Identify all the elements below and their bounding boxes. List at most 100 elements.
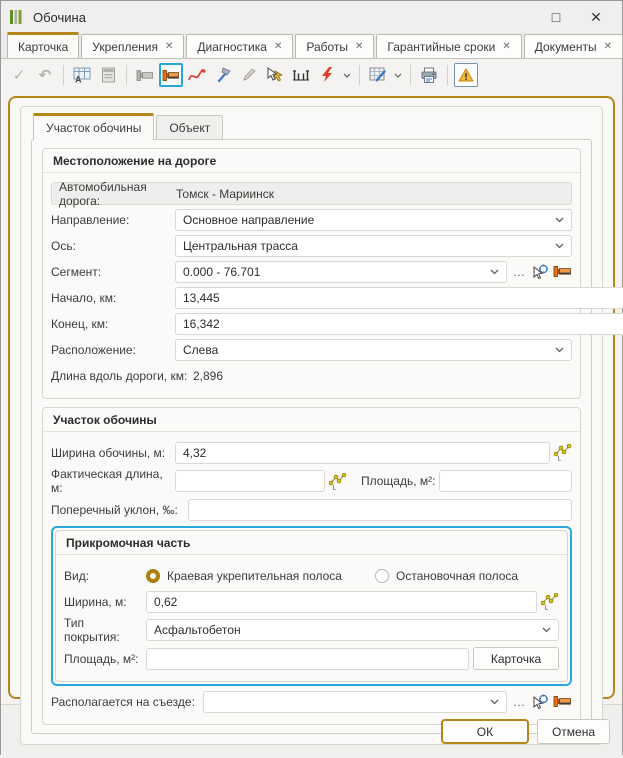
table-edit-menu-chevron[interactable] bbox=[392, 63, 404, 87]
edge-kind-option-2-label: Остановочная полоса bbox=[396, 569, 518, 583]
chevron-down-icon bbox=[555, 243, 564, 249]
undo-icon: ↶ bbox=[39, 66, 52, 84]
flash-menu-chevron[interactable] bbox=[341, 63, 353, 87]
tab-close-icon[interactable]: ✕ bbox=[274, 42, 282, 52]
length-row: Длина вдоль дороги, км: 2,896 bbox=[51, 364, 576, 387]
edge-coating-select[interactable]: Асфальтобетон bbox=[146, 619, 559, 641]
shoulder-width-row: Ширина обочины, м: L bbox=[51, 441, 576, 464]
tab-shoulder-section[interactable]: Участок обочины bbox=[33, 113, 154, 140]
edge-kind-option-1-label: Краевая укрепительная полоса bbox=[167, 569, 342, 583]
pick-on-map-icon[interactable] bbox=[532, 264, 549, 280]
km-posts-button[interactable] bbox=[289, 63, 313, 87]
print-button[interactable] bbox=[417, 63, 441, 87]
diagnostics-flash-button[interactable] bbox=[315, 63, 339, 87]
edit-button[interactable] bbox=[237, 63, 261, 87]
app-road-icon bbox=[9, 9, 25, 25]
tab-close-icon[interactable]: ✕ bbox=[355, 42, 363, 52]
plot-chart-button[interactable] bbox=[185, 63, 209, 87]
title-bar: Обочина □ ✕ bbox=[1, 1, 622, 33]
locate-on-map-button[interactable] bbox=[159, 63, 183, 87]
side-select[interactable]: Слева bbox=[175, 339, 572, 361]
edge-kind-row: Вид: Краевая укрепительная полоса Остано… bbox=[64, 564, 563, 587]
svg-text:L: L bbox=[558, 456, 562, 462]
hammer-icon bbox=[215, 67, 232, 83]
flashlight-orange-icon[interactable] bbox=[553, 265, 572, 278]
direction-value: Основное направление bbox=[183, 213, 314, 227]
edge-width-input[interactable] bbox=[146, 591, 537, 613]
card-panel: Участок обочины Объект Местоположение на… bbox=[8, 96, 615, 699]
chevron-down-icon bbox=[542, 627, 551, 633]
tab-garantiynye-sroki[interactable]: Гарантийные сроки ✕ bbox=[376, 34, 521, 58]
tab-diagnostika[interactable]: Диагностика ✕ bbox=[186, 34, 293, 58]
tab-raboty[interactable]: Работы ✕ bbox=[295, 34, 374, 58]
measure-length-icon[interactable]: L bbox=[554, 444, 572, 461]
end-km-input[interactable] bbox=[175, 313, 623, 335]
tab-ukrepleniya[interactable]: Укрепления ✕ bbox=[81, 34, 184, 58]
radio-selected-icon[interactable] bbox=[146, 569, 160, 583]
length-value: 2,896 bbox=[193, 369, 223, 383]
check-icon: ✓ bbox=[13, 66, 26, 84]
toolbar-separator bbox=[447, 65, 448, 85]
measure-length-icon[interactable]: L bbox=[329, 473, 347, 490]
flashlight-gray-icon bbox=[136, 69, 154, 82]
maximize-button[interactable]: □ bbox=[536, 3, 576, 31]
tab-close-icon[interactable]: ✕ bbox=[604, 42, 612, 52]
select-object-button[interactable] bbox=[263, 63, 287, 87]
tab-kartochka[interactable]: Карточка bbox=[7, 32, 79, 58]
inner-tab-label: Участок обочины bbox=[46, 121, 141, 135]
edge-area-input[interactable] bbox=[146, 648, 469, 670]
direction-select[interactable]: Основное направление bbox=[175, 209, 572, 231]
side-label: Расположение: bbox=[51, 343, 171, 357]
edit-table-button[interactable]: A bbox=[70, 63, 94, 87]
pick-on-map-icon[interactable] bbox=[532, 694, 549, 710]
inner-tab-label: Объект bbox=[169, 121, 210, 135]
segment-browse-button[interactable]: … bbox=[511, 265, 528, 279]
tab-close-icon[interactable]: ✕ bbox=[165, 42, 173, 52]
slope-input[interactable] bbox=[188, 499, 572, 521]
tab-dokumenty[interactable]: Документы ✕ bbox=[524, 34, 623, 58]
start-km-input[interactable] bbox=[175, 287, 623, 309]
close-button[interactable]: ✕ bbox=[576, 3, 616, 31]
edge-highlight-box: Прикромочная часть Вид: Краевая укрепите… bbox=[51, 526, 572, 686]
tab-object[interactable]: Объект bbox=[156, 115, 223, 140]
tab-close-icon[interactable]: ✕ bbox=[502, 42, 510, 52]
svg-text:A: A bbox=[75, 75, 82, 84]
repair-tool-button[interactable] bbox=[211, 63, 235, 87]
axis-label: Ось: bbox=[51, 239, 171, 253]
exit-select[interactable] bbox=[203, 691, 507, 713]
form-view-button[interactable] bbox=[96, 63, 120, 87]
edge-kind-label: Вид: bbox=[64, 569, 142, 583]
direction-row: Направление: Основное направление bbox=[51, 208, 576, 231]
shoulder-width-input[interactable] bbox=[175, 442, 550, 464]
card-inner-panel: Участок обочины Объект Местоположение на… bbox=[20, 106, 603, 745]
card-button[interactable]: Карточка bbox=[473, 647, 559, 670]
ok-button[interactable]: ОК bbox=[441, 719, 529, 744]
undo-button[interactable]: ↶ bbox=[33, 63, 57, 87]
edge-kind-option-1[interactable]: Краевая укрепительная полоса bbox=[146, 569, 371, 583]
actual-length-input[interactable] bbox=[175, 470, 325, 492]
slope-label: Поперечный уклон, ‰: bbox=[51, 503, 184, 517]
toolbar-separator bbox=[126, 65, 127, 85]
table-edit-button[interactable] bbox=[366, 63, 390, 87]
svg-text:L: L bbox=[333, 484, 337, 490]
direction-label: Направление: bbox=[51, 213, 171, 227]
edge-kind-option-2[interactable]: Остановочная полоса bbox=[375, 569, 518, 583]
axis-select[interactable]: Центральная трасса bbox=[175, 235, 572, 257]
cancel-button[interactable]: Отмена bbox=[537, 719, 610, 744]
locate-inactive-button[interactable] bbox=[133, 63, 157, 87]
measure-length-icon[interactable]: L bbox=[541, 593, 559, 610]
radio-unselected-icon[interactable] bbox=[375, 569, 389, 583]
shoulder-area-input[interactable] bbox=[439, 470, 572, 492]
toolbar-separator bbox=[410, 65, 411, 85]
group-shoulder: Участок обочины Ширина обочины, м: L bbox=[42, 407, 581, 725]
tab-label: Гарантийные сроки bbox=[387, 40, 495, 54]
apply-button[interactable]: ✓ bbox=[7, 63, 31, 87]
flashlight-orange-icon[interactable] bbox=[553, 695, 572, 708]
lightning-icon bbox=[320, 67, 334, 83]
km-posts-icon bbox=[292, 68, 310, 83]
exit-browse-button[interactable]: … bbox=[511, 695, 528, 709]
warnings-button[interactable] bbox=[454, 63, 478, 87]
exit-label: Располагается на съезде: bbox=[51, 695, 195, 709]
edge-area-row: Площадь, м²: Карточка bbox=[64, 647, 563, 670]
segment-select[interactable]: 0.000 - 76.701 bbox=[175, 261, 507, 283]
